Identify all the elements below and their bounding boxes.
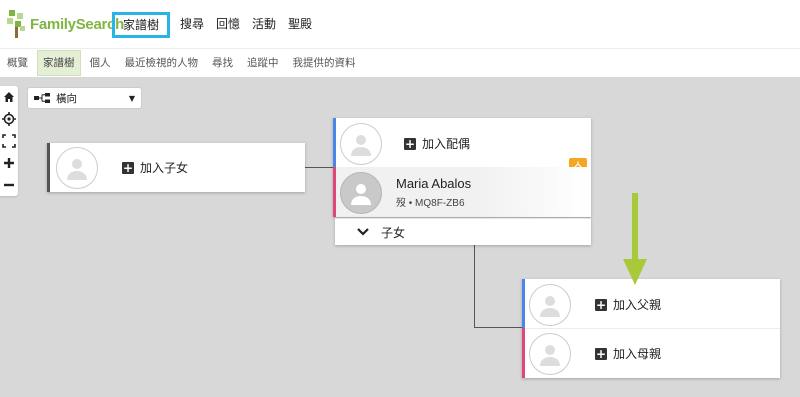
layout-select-value: 橫向 <box>56 92 77 105</box>
add-child-label: 加入子女 <box>140 161 189 175</box>
chevron-down-icon <box>357 228 369 236</box>
home-icon[interactable] <box>0 86 18 108</box>
add-child-button[interactable]: + 加入子女 <box>122 159 188 176</box>
logo-text: FamilySearch <box>30 15 124 33</box>
avatar-placeholder <box>529 332 571 375</box>
subnav-overview[interactable]: 概覽 <box>2 51 33 75</box>
person-silhouette-icon <box>351 183 371 205</box>
female-indicator <box>522 328 525 378</box>
person-silhouette-icon <box>67 158 87 180</box>
familysearch-logo[interactable]: FamilySearch <box>6 9 124 39</box>
avatar-placeholder <box>529 283 571 326</box>
add-father-label: 加入父親 <box>613 298 662 312</box>
fullscreen-icon[interactable] <box>0 130 18 152</box>
zoom-in-icon[interactable] <box>0 152 18 174</box>
add-father-button[interactable]: + 加入父親 <box>595 296 661 313</box>
add-mother-button[interactable]: + 加入母親 <box>595 345 661 362</box>
tree-logo-icon <box>7 10 25 38</box>
person-silhouette-icon <box>540 344 560 366</box>
subnav-following[interactable]: 追蹤中 <box>242 51 284 75</box>
annotation-arrow-icon <box>623 193 647 285</box>
connector-line <box>474 327 524 328</box>
subnav-recent[interactable]: 最近檢視的人物 <box>120 51 204 75</box>
nav-family-tree[interactable]: 家譜樹 <box>112 12 171 38</box>
add-mother-label: 加入母親 <box>613 347 662 361</box>
children-label: 子女 <box>381 225 406 240</box>
nav-search[interactable]: 搜尋 <box>174 12 210 38</box>
person-avatar <box>340 171 382 214</box>
zoom-out-icon[interactable] <box>0 174 18 196</box>
subnav-person[interactable]: 個人 <box>85 51 116 75</box>
avatar-placeholder <box>56 146 98 189</box>
divider <box>525 328 780 329</box>
male-indicator <box>522 279 525 328</box>
nav-activities[interactable]: 活動 <box>246 12 282 38</box>
person-silhouette-icon <box>351 134 371 156</box>
add-parents-card: + 加入父親 + 加入母親 <box>522 279 780 378</box>
add-spouse-label: 加入配偶 <box>422 137 471 151</box>
male-indicator <box>333 118 336 167</box>
person-silhouette-icon <box>540 295 560 317</box>
subnav-tree[interactable]: 家譜樹 <box>37 50 81 76</box>
couple-card: + 加入配偶 Maria Abalos 歿 • MQ8F-ZB6 <box>333 118 591 217</box>
add-spouse-button[interactable]: + 加入配偶 <box>404 135 470 152</box>
connector-line <box>305 167 335 168</box>
main-nav: 家譜樹 搜尋 回憶 活動 聖殿 <box>112 12 318 38</box>
children-toggle[interactable]: 子女 <box>335 218 591 245</box>
nav-temple[interactable]: 聖殿 <box>282 12 318 38</box>
nav-memories[interactable]: 回憶 <box>210 12 246 38</box>
add-child-card: + 加入子女 <box>47 143 305 192</box>
avatar-placeholder <box>340 122 382 165</box>
sub-nav: 概覽 家譜樹 個人 最近檢視的人物 尋找 追蹤中 我提供的資料 <box>0 48 800 77</box>
subnav-contributions[interactable]: 我提供的資料 <box>288 51 361 75</box>
landscape-layout-icon <box>34 93 50 103</box>
layout-select[interactable]: 橫向 ▼ <box>27 87 142 109</box>
plus-icon: + <box>595 346 607 361</box>
plus-icon: + <box>122 160 134 175</box>
connector-line <box>474 245 475 328</box>
person-name[interactable]: Maria Abalos <box>396 176 471 191</box>
plus-icon: + <box>595 297 607 312</box>
tree-tools <box>0 86 18 196</box>
dropdown-arrow-icon: ▼ <box>128 93 135 103</box>
top-bar: FamilySearch 家譜樹 搜尋 回憶 活動 聖殿 <box>0 0 800 48</box>
subnav-find[interactable]: 尋找 <box>207 51 238 75</box>
plus-icon: + <box>404 136 416 151</box>
person-details: 歿 • MQ8F-ZB6 <box>396 198 465 209</box>
locate-icon[interactable] <box>0 108 18 130</box>
